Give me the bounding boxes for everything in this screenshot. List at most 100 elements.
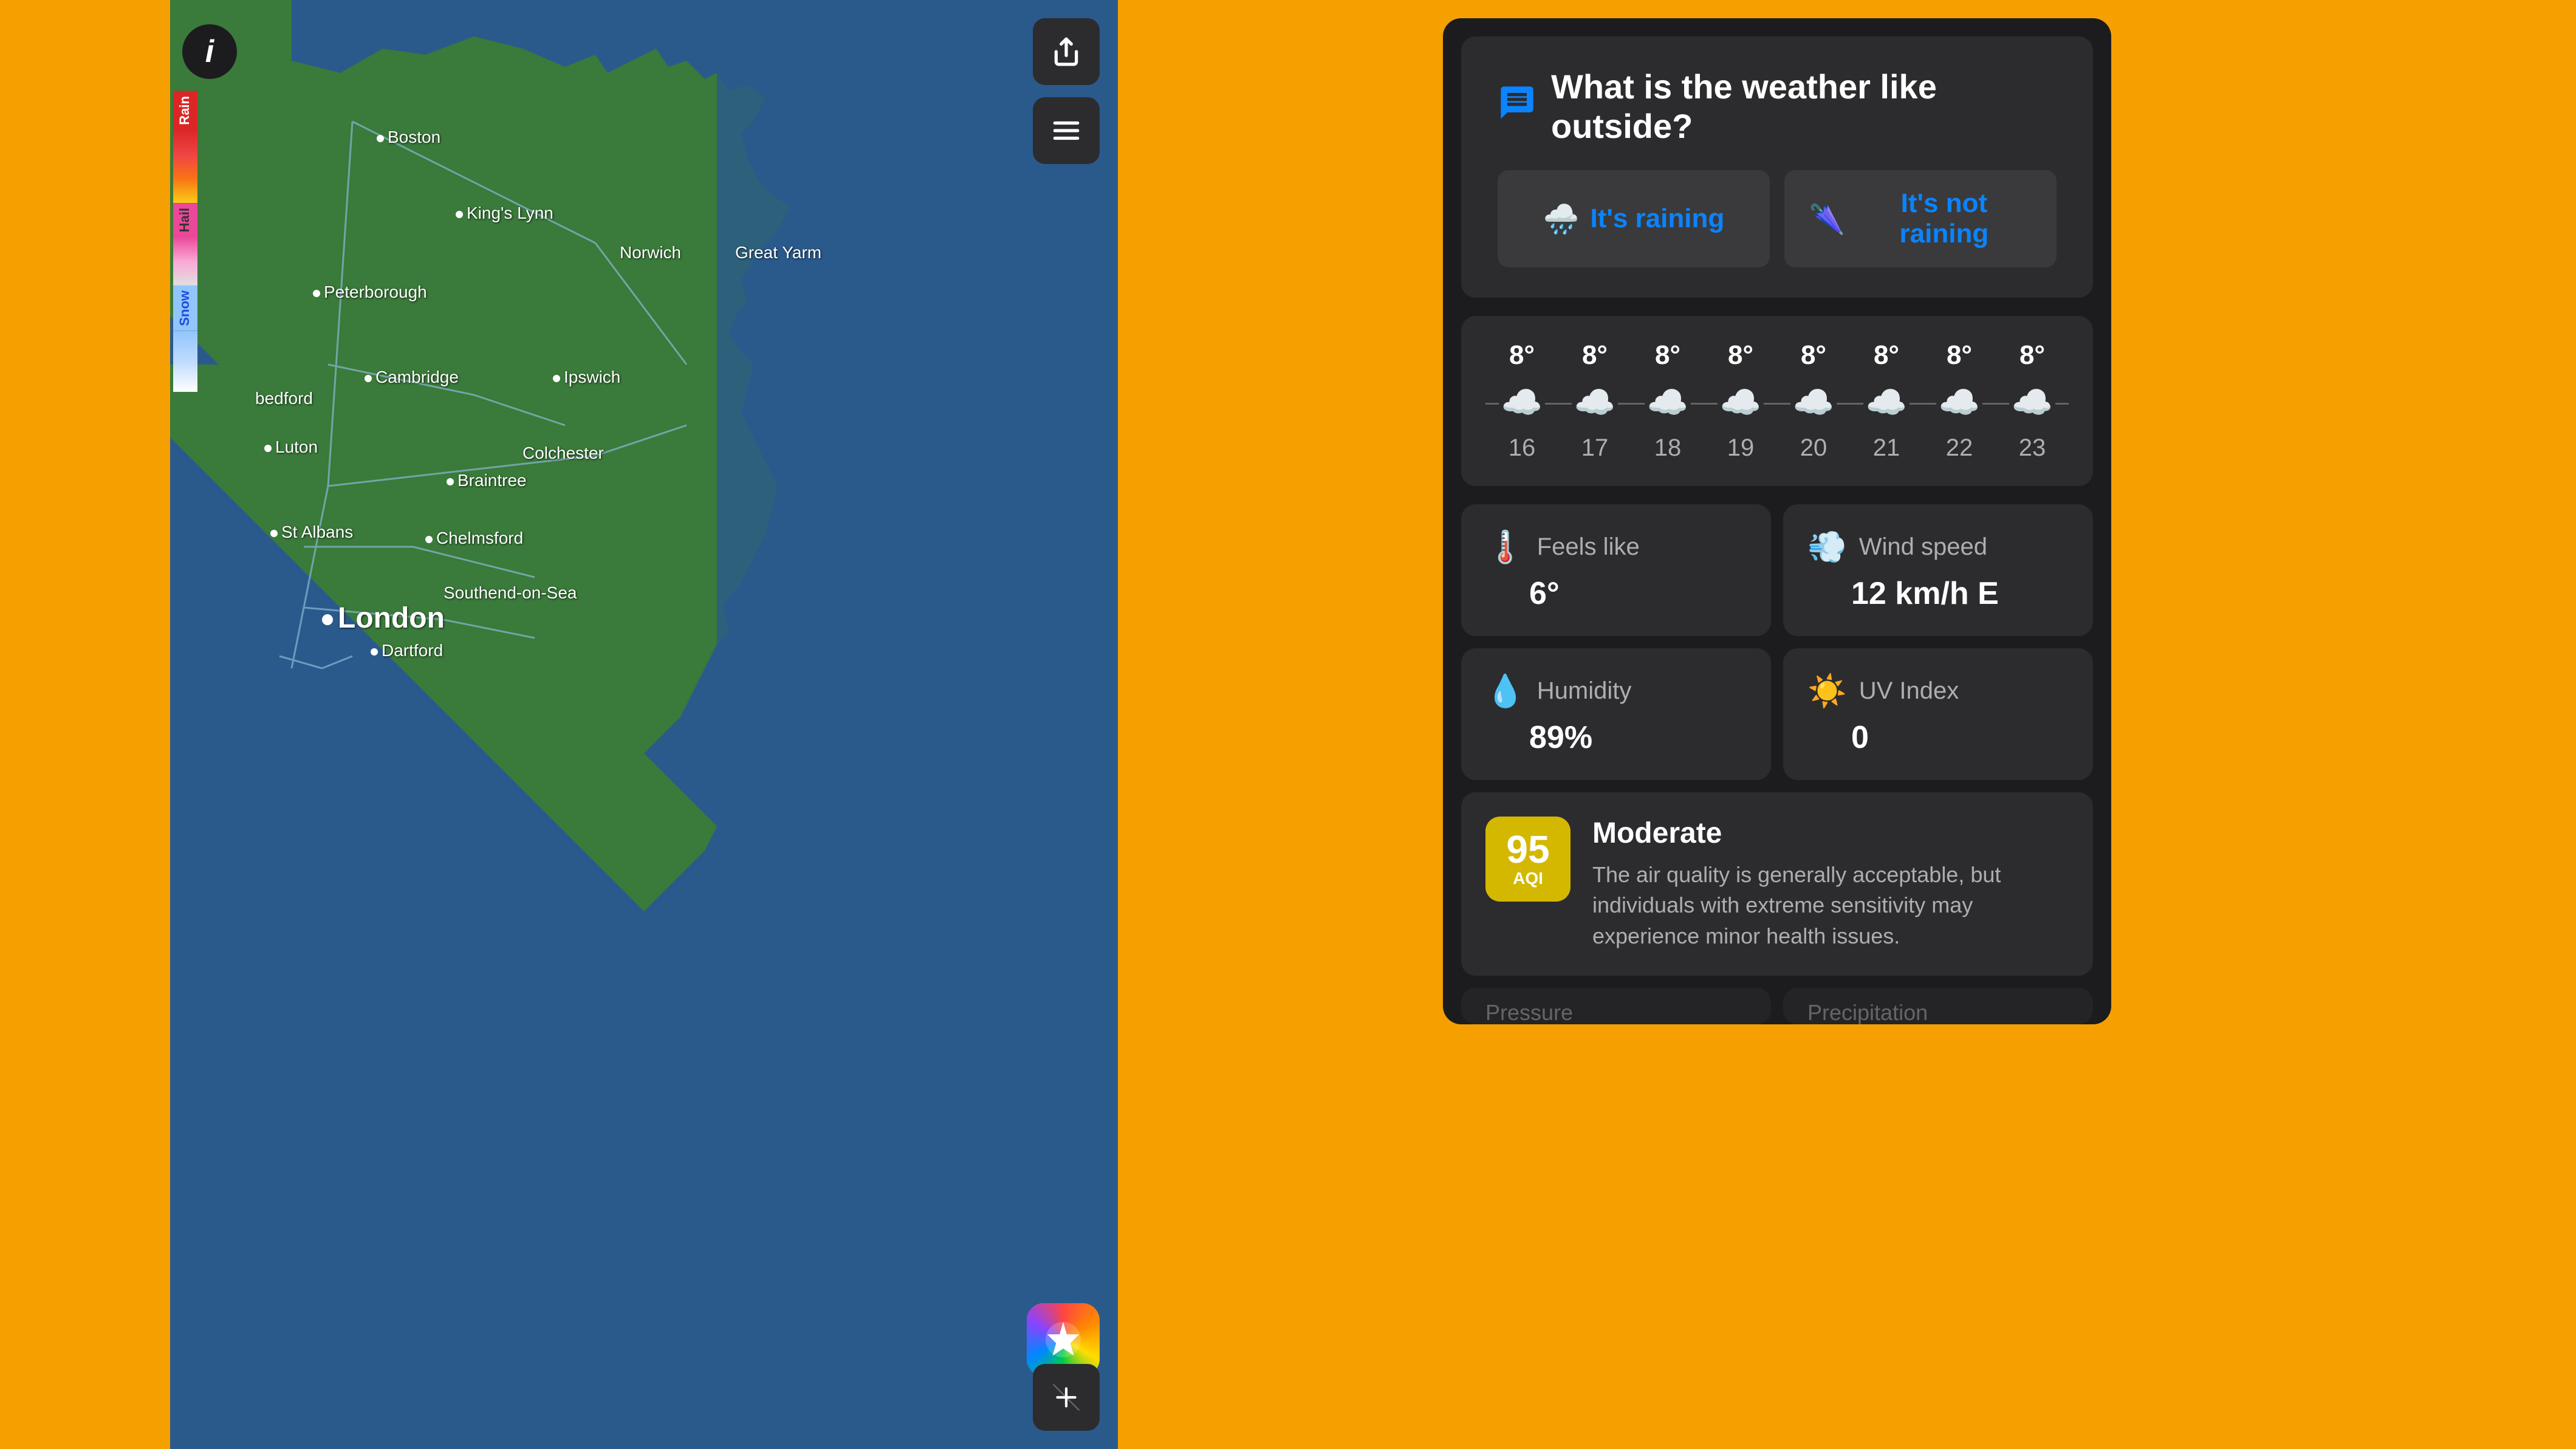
cloud-6: ☁️	[1923, 383, 1996, 422]
hourly-section: 8° 8° 8° 8° 8° 8° 8°	[1461, 316, 2093, 486]
uv-value: 0	[1851, 719, 2069, 756]
humidity-header: 💧 Humidity	[1485, 673, 1747, 710]
temp-1: 8°	[1582, 340, 1608, 371]
thermometer-icon: 🌡️	[1485, 529, 1525, 566]
city-ipswich: Ipswich	[553, 368, 620, 387]
temp-3: 8°	[1728, 340, 1753, 371]
center-gap	[1118, 0, 1148, 1449]
temp-6: 8°	[1947, 340, 1972, 371]
cloud-4: ☁️	[1777, 383, 1850, 422]
time-item-1: 17	[1558, 434, 1631, 462]
its-raining-button[interactable]: 🌧️ It's raining	[1498, 170, 1770, 267]
time-item-3: 19	[1704, 434, 1777, 462]
wind-speed-label: Wind speed	[1859, 533, 1987, 561]
hourly-item-2: 8°	[1631, 340, 1704, 371]
pressure-card: Pressure	[1461, 988, 1771, 1024]
temp-0: 8°	[1509, 340, 1535, 371]
time-item-7: 23	[1996, 434, 2069, 462]
weather-card: What is the weather like outside? 🌧️ It'…	[1443, 18, 2111, 1024]
its-raining-label: It's raining	[1591, 204, 1725, 234]
aqi-section: 95 AQI Moderate The air quality is gener…	[1461, 792, 2093, 976]
time-4: 20	[1800, 434, 1828, 462]
city-colchester: Colchester	[522, 444, 604, 463]
map-container: i Rain Hail Snow Boston King's Lynn Norw…	[170, 0, 1118, 1449]
cloud-row: ☁️ ☁️ ☁️ ☁️ ☁️ ☁️ ☁️ ☁️	[1485, 383, 2069, 422]
aqi-number: 95	[1506, 830, 1549, 869]
hourly-item-3: 8°	[1704, 340, 1777, 371]
feels-like-label: Feels like	[1537, 533, 1640, 561]
time-2: 18	[1654, 434, 1682, 462]
hourly-temps-row: 8° 8° 8° 8° 8° 8° 8°	[1485, 340, 2069, 371]
city-london: London	[322, 601, 445, 635]
not-raining-label: It's not raining	[1856, 188, 2032, 249]
city-st-albans: St Albans	[270, 522, 353, 542]
hourly-item-7: 8°	[1996, 340, 2069, 371]
time-0: 16	[1509, 434, 1536, 462]
city-braintree: Braintree	[447, 471, 527, 490]
legend-snow: Snow	[173, 286, 197, 331]
question-text: What is the weather like outside?	[1551, 67, 2057, 146]
precipitation-card: Precipitation	[1783, 988, 2093, 1024]
menu-button[interactable]	[1033, 97, 1100, 164]
humidity-card: 💧 Humidity 89%	[1461, 648, 1771, 780]
city-boston: Boston	[377, 128, 440, 147]
feels-like-header: 🌡️ Feels like	[1485, 529, 1747, 566]
feels-like-card: 🌡️ Feels like 6°	[1461, 504, 1771, 636]
hourly-times-row: 16 17 18 19 20 21 22	[1485, 434, 2069, 462]
aqi-label: AQI	[1513, 869, 1543, 888]
hourly-item-4: 8°	[1777, 340, 1850, 371]
pressure-label: Pressure	[1485, 1000, 1573, 1024]
city-chelmsford: Chelmsford	[425, 529, 523, 548]
info-icon: i	[205, 33, 214, 70]
city-cambridge: Cambridge	[365, 368, 459, 387]
share-button[interactable]	[1033, 18, 1100, 85]
humidity-label: Humidity	[1537, 677, 1632, 705]
legend-rain: Rain	[173, 91, 197, 130]
time-item-2: 18	[1631, 434, 1704, 462]
right-panel: What is the weather like outside? 🌧️ It'…	[1148, 0, 2406, 1449]
time-item-6: 22	[1923, 434, 1996, 462]
wind-icon: 💨	[1807, 529, 1847, 566]
temp-7: 8°	[2019, 340, 2045, 371]
stats-row-2: 💧 Humidity 89% ☀️ UV Index 0	[1461, 648, 2093, 780]
city-peterborough: Peterborough	[313, 283, 427, 302]
legend-bar: Rain Hail Snow	[170, 0, 200, 1449]
city-southend: Southend-on-Sea	[444, 583, 577, 603]
time-item-0: 16	[1485, 434, 1558, 462]
location-button[interactable]	[1033, 1364, 1100, 1431]
time-item-5: 21	[1850, 434, 1923, 462]
uv-icon: ☀️	[1807, 673, 1847, 710]
rain-icon: 🌧️	[1543, 202, 1580, 236]
aqi-description: The air quality is generally acceptable,…	[1592, 860, 2069, 951]
hourly-item-1: 8°	[1558, 340, 1631, 371]
cloud-0: ☁️	[1485, 383, 1558, 422]
uv-header: ☀️ UV Index	[1807, 673, 2069, 710]
city-luton: Luton	[264, 437, 318, 457]
cloud-7: ☁️	[1996, 383, 2069, 422]
cloud-3: ☁️	[1704, 383, 1777, 422]
time-7: 23	[2019, 434, 2046, 462]
left-bar	[0, 0, 170, 1449]
stats-row-1: 🌡️ Feels like 6° 💨 Wind speed 12 km/h E	[1461, 504, 2093, 636]
legend-snow-gradient	[173, 331, 197, 392]
city-great-yarmouth: Great Yarm	[735, 243, 821, 262]
aqi-title: Moderate	[1592, 817, 2069, 850]
time-item-4: 20	[1777, 434, 1850, 462]
question-header: What is the weather like outside?	[1498, 67, 2057, 146]
map-buttons	[1033, 18, 1100, 164]
city-bedford: bedford	[255, 389, 313, 408]
city-dartford: Dartford	[371, 641, 443, 660]
question-icon	[1498, 83, 1536, 130]
bottom-row: Pressure Precipitation	[1461, 988, 2093, 1024]
question-buttons: 🌧️ It's raining 🌂 It's not raining	[1498, 170, 2057, 267]
not-raining-button[interactable]: 🌂 It's not raining	[1784, 170, 2057, 267]
temp-2: 8°	[1655, 340, 1680, 371]
wind-speed-card: 💨 Wind speed 12 km/h E	[1783, 504, 2093, 636]
humidity-icon: 💧	[1485, 673, 1525, 710]
legend-hail-gradient	[173, 237, 197, 286]
time-3: 19	[1727, 434, 1755, 462]
time-5: 21	[1873, 434, 1900, 462]
cloud-5: ☁️	[1850, 383, 1923, 422]
time-6: 22	[1946, 434, 1973, 462]
question-section: What is the weather like outside? 🌧️ It'…	[1461, 36, 2093, 298]
